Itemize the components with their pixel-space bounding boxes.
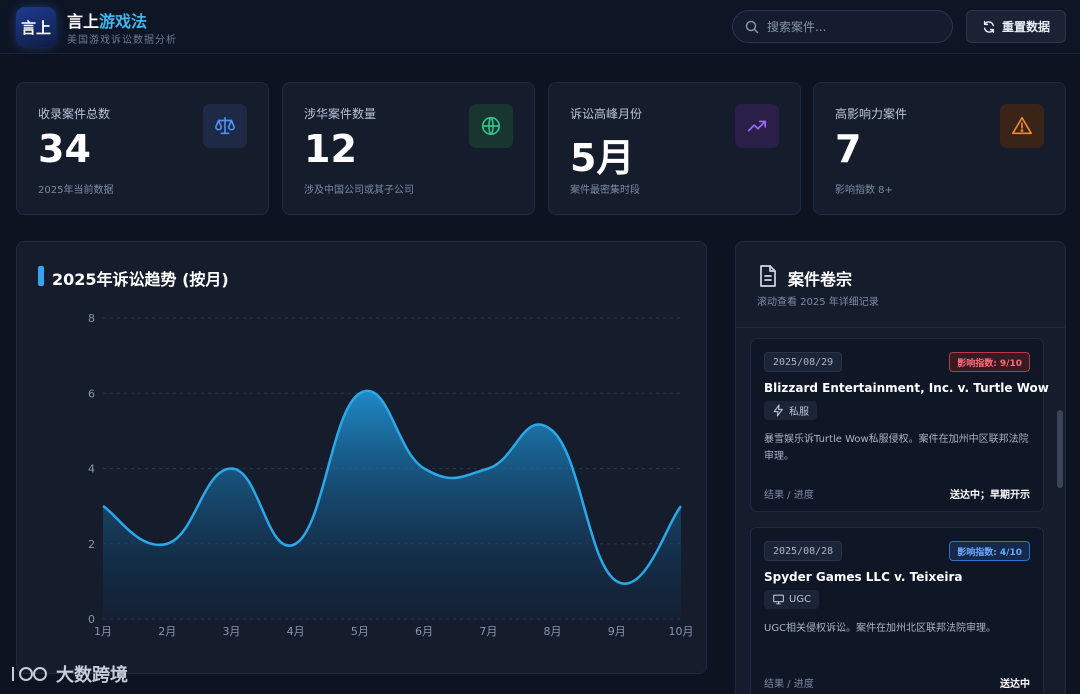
impact-badge: 影响指数: 9/10	[949, 352, 1030, 372]
x-tick-label: 2月	[158, 625, 176, 638]
x-tick-label: 4月	[287, 625, 305, 638]
stat-value: 12	[304, 127, 357, 171]
search-box[interactable]	[732, 10, 953, 43]
series-area	[103, 390, 681, 619]
case-panel-title: 案件卷宗	[788, 270, 853, 289]
stat-note: 2025年当前数据	[38, 185, 114, 196]
case-date: 2025/08/28	[764, 541, 843, 561]
warning-icon	[1000, 104, 1044, 148]
search-icon	[745, 20, 759, 33]
stat-card-peak-month: 诉讼高峰月份 5月 案件最密集时段	[548, 82, 801, 215]
y-tick-label: 2	[88, 538, 95, 551]
stat-note: 涉及中国公司或其子公司	[304, 185, 414, 196]
case-card[interactable]: 2025/08/29 影响指数: 9/10 Blizzard Entertain…	[750, 338, 1049, 512]
case-scrollbar[interactable]	[1057, 410, 1063, 488]
case-panel-subtitle: 滚动查看 2025 年详细记录	[757, 297, 879, 308]
reset-data-label: 重置数据	[1001, 20, 1050, 34]
case-result: 送达中；早期开示	[950, 490, 1030, 501]
case-result: 送达中	[1000, 679, 1030, 690]
stat-note: 影响指数 8+	[835, 185, 893, 196]
watermark: 大数跨境	[10, 661, 128, 687]
impact-badge: 影响指数: 4/10	[949, 541, 1030, 561]
case-tag: UGC	[764, 590, 820, 609]
stat-label: 诉讼高峰月份	[570, 107, 643, 121]
case-title: Blizzard Entertainment, Inc. v. Turtle W…	[764, 381, 1049, 395]
x-tick-label: 8月	[544, 625, 562, 638]
trending-up-icon	[735, 104, 779, 148]
stat-label: 涉华案件数量	[304, 107, 377, 121]
case-date: 2025/08/29	[764, 352, 843, 372]
refresh-icon	[983, 20, 995, 33]
case-files-panel[interactable]: 案件卷宗 滚动查看 2025 年详细记录 2025/08/29 影响指数: 9/…	[735, 241, 1066, 694]
x-tick-label: 5月	[351, 625, 369, 638]
x-tick-label: 6月	[415, 625, 433, 638]
x-tick-label: 9月	[608, 625, 626, 638]
brand-title: 言上游戏法	[67, 12, 148, 31]
reset-data-button[interactable]: 重置数据	[966, 10, 1066, 43]
stat-card-china-cases: 涉华案件数量 12 涉及中国公司或其子公司	[282, 82, 535, 215]
document-icon	[760, 265, 776, 287]
trend-chart-panel: 2025年诉讼趋势 (按月) 0 2 4 6 8 1月 2月 3月 4月 5月 6月 7月 8月 9月 10…	[16, 241, 707, 674]
case-panel-header: 案件卷宗 滚动查看 2025 年详细记录	[736, 242, 1065, 328]
stat-note: 案件最密集时段	[570, 185, 640, 196]
x-tick-label: 10月	[669, 625, 694, 638]
stat-card-total-cases: 收录案件总数 34 2025年当前数据	[16, 82, 269, 215]
stat-value: 5月	[570, 136, 635, 180]
watermark-logo-icon	[12, 667, 47, 681]
stat-value: 7	[835, 127, 862, 171]
case-description: 暴雪娱乐诉Turtle Wow私服侵权。案件在加州中区联邦法院审理。	[764, 434, 1029, 462]
globe-icon	[469, 104, 513, 148]
case-result-label: 结果 / 进度	[764, 679, 814, 690]
stat-value: 34	[38, 127, 91, 171]
x-tick-label: 1月	[94, 625, 112, 638]
search-input[interactable]	[767, 19, 937, 34]
lightning-icon	[773, 404, 783, 417]
scale-icon	[203, 104, 247, 148]
case-card[interactable]: 2025/08/28 影响指数: 4/10 Spyder Games LLC v…	[750, 527, 1044, 694]
top-header: 言上 言上游戏法 美国游戏诉讼数据分析 重置数据	[0, 0, 1080, 54]
case-description: UGC相关侵权诉讼。案件在加州北区联邦法院审理。	[764, 623, 997, 634]
case-title: Spyder Games LLC v. Teixeira	[764, 570, 963, 584]
logo-text: 言上	[20, 18, 51, 37]
stat-label: 高影响力案件	[835, 107, 908, 121]
y-tick-label: 4	[88, 463, 95, 476]
case-tag: 私服	[764, 401, 817, 420]
watermark-text: 大数跨境	[56, 665, 128, 686]
brand-subtitle: 美国游戏诉讼数据分析	[67, 35, 177, 46]
y-tick-label: 6	[88, 387, 95, 400]
monitor-icon	[773, 594, 784, 605]
app-logo[interactable]: 言上	[16, 7, 56, 47]
case-result-label: 结果 / 进度	[764, 490, 814, 501]
y-tick-label: 8	[88, 312, 95, 325]
x-tick-label: 3月	[222, 625, 240, 638]
stat-label: 收录案件总数	[38, 107, 111, 121]
trend-chart: 024681月 2月 3月 4月 5月 6月 7月 8月 9月 10月	[88, 312, 694, 638]
stat-card-high-impact: 高影响力案件 7 影响指数 8+	[813, 82, 1066, 215]
x-tick-label: 7月	[479, 625, 497, 638]
